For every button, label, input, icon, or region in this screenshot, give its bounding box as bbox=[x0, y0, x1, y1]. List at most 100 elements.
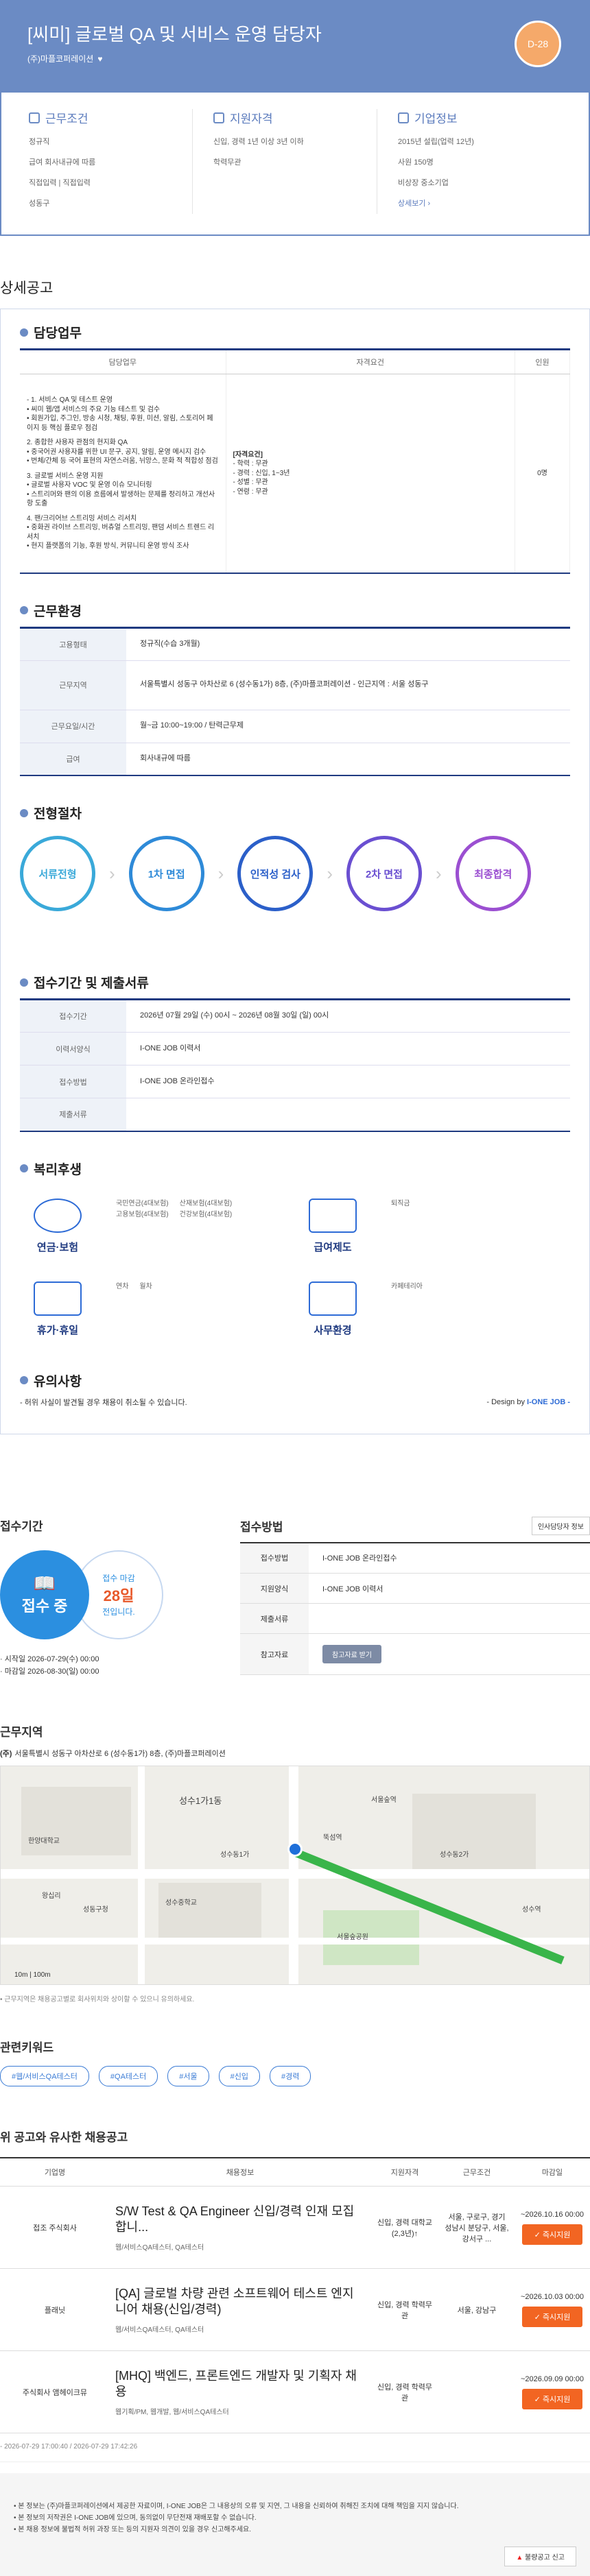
process-step: 서류전형 bbox=[20, 836, 95, 911]
welfare-item: 연차 bbox=[116, 1282, 129, 1290]
similar-deadline: ~2026.10.16 00:00 bbox=[520, 2210, 585, 2219]
building-icon bbox=[29, 112, 40, 123]
chevron-right-icon: › bbox=[327, 863, 333, 884]
company-column: 기업정보 2015년 설립(업력 12년) 사원 150명 비상장 중소기업 상… bbox=[377, 109, 561, 214]
bullet-icon bbox=[20, 1376, 28, 1384]
design-prefix: - Design by bbox=[486, 1397, 525, 1406]
quick-apply-label: 즉시지원 bbox=[542, 2230, 571, 2239]
deadline-prefix: 접수 마감 bbox=[102, 1573, 135, 1583]
footer-note: • 본 정보는 (주)마플코퍼레이션에서 제공한 자료이며, I-ONE JOB… bbox=[14, 2503, 459, 2511]
map-label: 성수동1가 bbox=[220, 1851, 250, 1859]
method-key: 접수방법 bbox=[240, 1543, 309, 1574]
quick-apply-label: 즉시지원 bbox=[542, 2395, 571, 2404]
method-key: 제출서류 bbox=[240, 1603, 309, 1634]
company-more-link[interactable]: 상세보기 bbox=[398, 200, 425, 208]
quick-apply-button[interactable]: ✓ 즉시지원 bbox=[521, 2224, 583, 2245]
insurance-icon bbox=[34, 1198, 82, 1233]
similar-header: 마감일 bbox=[515, 2157, 590, 2187]
footer-note-text: 본 정보는 (주)마플코퍼레이션에서 제공한 자료이며, I-ONE JOB은 … bbox=[18, 2503, 459, 2511]
duty-table: 담당업무 자격요건 인원 - 1. 서비스 QA 및 테스트 운영 • 씨미 웹… bbox=[20, 348, 570, 574]
scale-label: 100m bbox=[33, 1971, 51, 1979]
similar-job-row[interactable]: 접조 주식회사 S/W Test & QA Engineer 신입/경력 인재 … bbox=[0, 2186, 590, 2270]
status-circle: 📖 접수 중 bbox=[0, 1550, 89, 1639]
apply-period-title: 접수기간 bbox=[0, 1519, 43, 1533]
location-map[interactable]: 성수1가1동 성수동1가 서울숲역 뚝섬역 성수역 성수중학교 성동구청 서울숲… bbox=[0, 1765, 590, 1985]
requirement-text: [자격요건] - 학력 : 무관 - 경력 : 신입, 1~3년 - 성별 : … bbox=[226, 374, 515, 574]
process-heading: 전형절차 bbox=[20, 804, 570, 822]
req-line: - 경력 : 신입, 1~3년 bbox=[233, 469, 290, 477]
similar-job-row[interactable]: 주식회사 앰헤이크뮤 [MHQ] 백엔드, 프론트엔드 개발자 및 기획자 채용… bbox=[0, 2350, 590, 2434]
env-title: 근무환경 bbox=[34, 604, 82, 619]
keyword-tag[interactable]: #경력 bbox=[270, 2065, 311, 2086]
bullet-icon bbox=[20, 328, 28, 337]
similar-job-title[interactable]: [MHQ] 백엔드, 프론트엔드 개발자 및 기획자 채용 bbox=[115, 2368, 365, 2400]
similar-company[interactable]: 플래닛 bbox=[0, 2268, 110, 2352]
keyword-tag[interactable]: #서울 bbox=[167, 2065, 209, 2086]
chevron-right-icon: › bbox=[217, 863, 224, 884]
period-key: 제출서류 bbox=[20, 1098, 126, 1132]
report-label: 불량공고 신고 bbox=[525, 2554, 565, 2562]
keyword-section: 관련키워드 #웹/서비스QA테스터 #QA테스터 #서울 #신입 #경력 bbox=[0, 2038, 590, 2086]
method-value: I-ONE JOB 온라인접수 bbox=[309, 1543, 590, 1574]
welfare-item: 건강보험(4대보험) bbox=[179, 1210, 233, 1218]
similar-job-keywords: 웹/서비스QA테스터, QA테스터 bbox=[115, 2243, 204, 2252]
job-title: [씨미] 글로벌 QA 및 서비스 운영 담당자 bbox=[27, 24, 322, 45]
hr-info-button[interactable]: 인사담당자 정보 bbox=[531, 1516, 590, 1535]
map-label: 성동구청 bbox=[83, 1905, 108, 1914]
siren-icon: ▲ bbox=[516, 2554, 523, 2562]
design-brand: I-ONE JOB - bbox=[527, 1397, 570, 1406]
apply-status: 📖 접수 중 접수 마감 28일 전입니다. bbox=[0, 1543, 220, 1646]
duty-heading: 담당업무 bbox=[20, 323, 570, 341]
keyword-tag[interactable]: #웹/서비스QA테스터 bbox=[0, 2065, 89, 2086]
conditions-column: 근무조건 정규직 급여 회사내규에 따름 직접입력 | 직접입력 성동구 bbox=[29, 109, 192, 214]
welfare-label: 연금·보험 bbox=[36, 1241, 79, 1253]
similar-jobs-table: 기업명 채용정보 지원자격 근무조건 마감일 접조 주식회사 S/W Test … bbox=[0, 2156, 590, 2434]
env-value: 정규직(수습 3개월) bbox=[126, 627, 570, 661]
status-text: 접수 중 bbox=[21, 1598, 68, 1615]
welfare-group: 사무환경 카페테리아 bbox=[295, 1281, 570, 1337]
req-line: - 연령 : 무관 bbox=[233, 487, 268, 496]
duty-line: • 글로벌 사용자 VOC 및 운영 이슈 모니터링 bbox=[27, 481, 152, 489]
reference-download-button[interactable]: 참고자료 받기 bbox=[322, 1645, 381, 1663]
company-item: 사원 150명 bbox=[398, 158, 434, 167]
similar-company[interactable]: 주식회사 앰헤이크뮤 bbox=[0, 2350, 110, 2434]
method-value bbox=[309, 1603, 590, 1634]
similar-job-row[interactable]: 플래닛 [QA] 글로벌 차량 관련 소프트웨어 테스트 엔지니어 채용(신입/… bbox=[0, 2268, 590, 2352]
similar-job-title[interactable]: S/W Test & QA Engineer 신입/경력 인재 모집합니... bbox=[115, 2204, 365, 2236]
period-key: 이력서양식 bbox=[20, 1032, 126, 1066]
address-label: (주) bbox=[0, 1749, 12, 1758]
welfare-item: 고용보험(4대보험) bbox=[116, 1210, 169, 1218]
location-pin-icon[interactable] bbox=[287, 1841, 303, 1857]
company-name[interactable]: (주)마플코퍼레이션 bbox=[27, 53, 93, 64]
quick-apply-button[interactable]: ✓ 즉시지원 bbox=[521, 2306, 583, 2327]
similar-deadline: ~2026.09.09 00:00 bbox=[520, 2374, 585, 2383]
map-label: 성수역 bbox=[522, 1905, 541, 1914]
env-value: 월~금 10:00~19:00 / 탄력근무제 bbox=[126, 710, 570, 743]
similar-job-title[interactable]: [QA] 글로벌 차량 관련 소프트웨어 테스트 엔지니어 채용(신입/경력) bbox=[115, 2286, 365, 2318]
similar-company[interactable]: 접조 주식회사 bbox=[0, 2186, 110, 2270]
period-title: 접수기간 및 제출서류 bbox=[34, 976, 149, 991]
duty-line: 2. 종합한 사용자 관점의 현지화 QA bbox=[27, 439, 128, 446]
period-key: 접수방법 bbox=[20, 1065, 126, 1098]
period-key: 접수기간 bbox=[20, 999, 126, 1033]
footer-note-text: 본 정보의 저작권은 I-ONE JOB에 있으며, 동의없이 무단전재 재배포… bbox=[18, 2514, 257, 2523]
chevron-right-icon: › bbox=[109, 863, 115, 884]
process-step: 1차 면접 bbox=[128, 836, 204, 911]
map-label: 서울숲공원 bbox=[337, 1933, 368, 1941]
post-timestamps: - 2026-07-29 17:00:40 / 2026-07-29 17:42… bbox=[0, 2443, 590, 2463]
keyword-tag[interactable]: #신입 bbox=[218, 2065, 261, 2086]
quick-apply-label: 즉시지원 bbox=[542, 2313, 571, 2322]
env-key: 근무지역 bbox=[20, 660, 126, 710]
book-icon: 📖 bbox=[33, 1573, 56, 1593]
report-button[interactable]: ▲ 불량공고 신고 bbox=[504, 2547, 576, 2567]
deadline-days: 28일 bbox=[103, 1587, 134, 1604]
welfare-item: 퇴직금 bbox=[391, 1199, 410, 1207]
welfare-group: 연금·보험 국민연금(4대보험) 고용보험(4대보험) 산재보험(4대보험) 건… bbox=[20, 1198, 295, 1254]
similar-qual: 신입, 경력 학력무관 bbox=[370, 2350, 439, 2434]
keyword-tag[interactable]: #QA테스터 bbox=[98, 2065, 158, 2086]
period-value: I-ONE JOB 온라인접수 bbox=[126, 1065, 570, 1098]
duty-line: • 현지 플랫폼의 기능, 후원 방식, 커뮤니티 운영 방식 조사 bbox=[27, 542, 189, 550]
heart-icon[interactable]: ♥ bbox=[97, 54, 102, 64]
location-address: (주) 서울특별시 성동구 아차산로 6 (성수동1가) 8층, (주)마플코퍼레… bbox=[0, 1748, 590, 1759]
quick-apply-button[interactable]: ✓ 즉시지원 bbox=[521, 2388, 583, 2409]
